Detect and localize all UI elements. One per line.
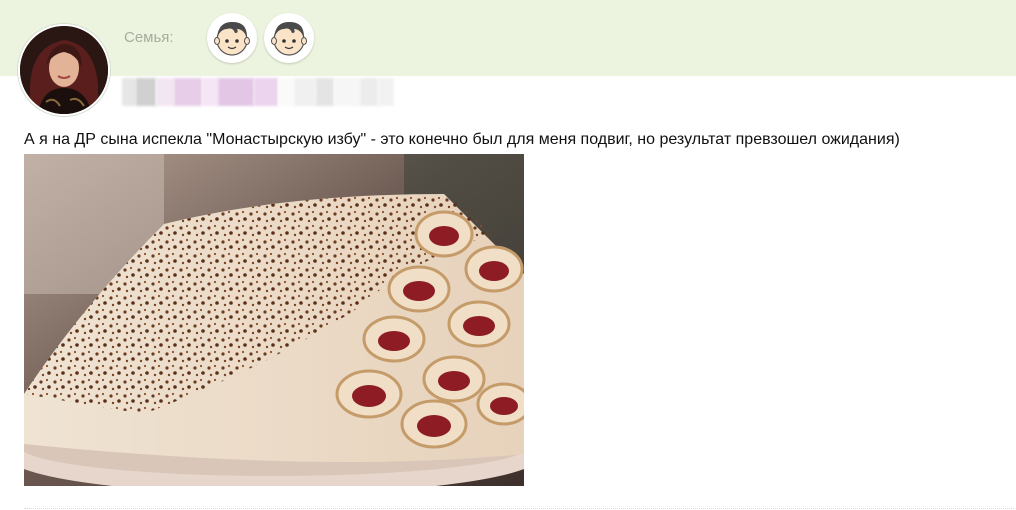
avatar[interactable] — [18, 24, 110, 116]
post-text: А я на ДР сына испекла "Монастырскую изб… — [24, 131, 900, 148]
post: Семья: А я на ДР сына испекла "Монастырс… — [0, 0, 1016, 510]
avatar-photo — [20, 26, 108, 114]
family-label: Семья: — [124, 29, 174, 46]
cake-photo — [24, 154, 524, 486]
username-redacted[interactable] — [122, 77, 394, 107]
boy-face-icon[interactable] — [264, 13, 314, 63]
post-divider — [24, 508, 1014, 509]
post-photo[interactable] — [24, 154, 524, 486]
boy-face-icon[interactable] — [207, 13, 257, 63]
